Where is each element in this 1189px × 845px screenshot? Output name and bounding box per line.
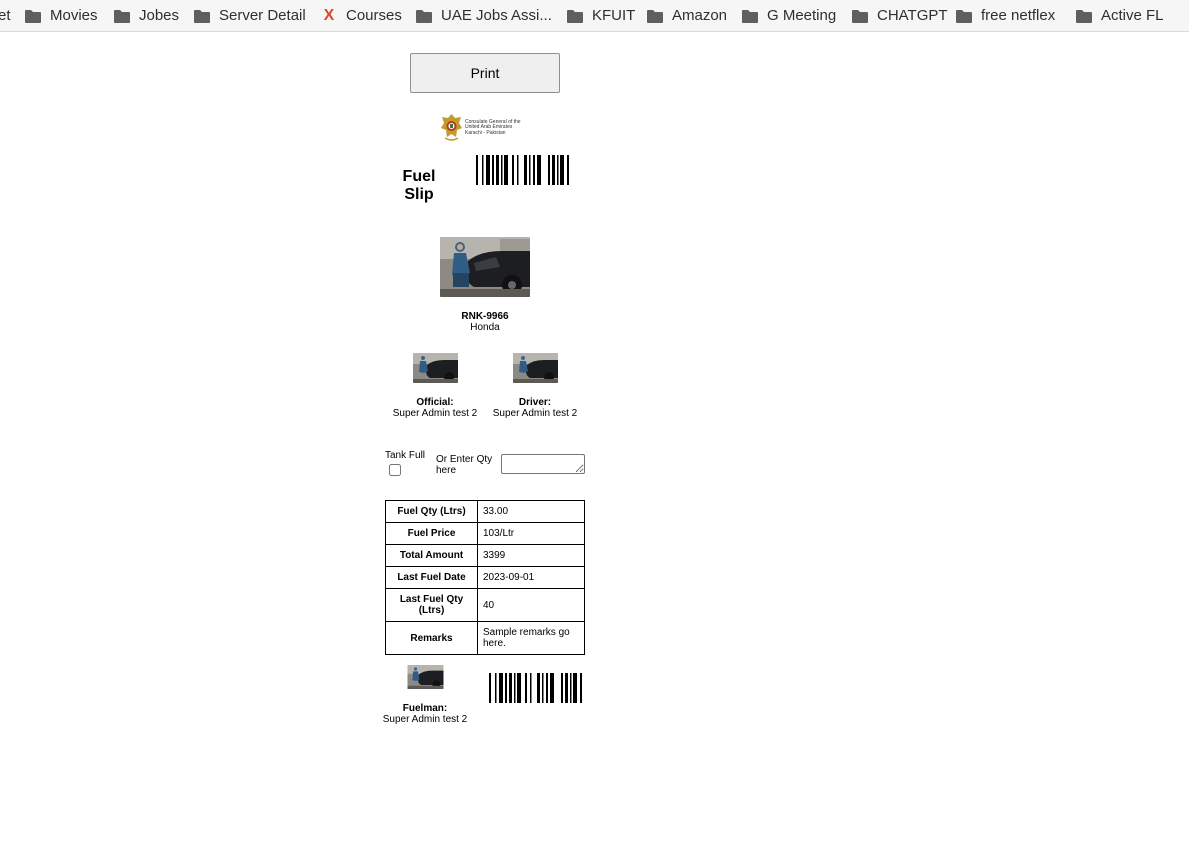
table-key: Last Fuel Date	[385, 566, 478, 589]
table-row: Fuel Qty (Ltrs) 33.00	[385, 500, 585, 523]
bookmark-active-fl[interactable]: Active FL	[1076, 0, 1164, 31]
folder-icon	[416, 9, 432, 23]
bookmark-label: Courses	[346, 7, 402, 24]
official-photo	[413, 353, 458, 383]
official-info: Official: Super Admin test 2	[385, 397, 485, 419]
table-value: Sample remarks go here.	[477, 621, 585, 655]
uae-emblem-icon	[441, 114, 462, 141]
bookmark-jobes[interactable]: Jobes	[114, 0, 179, 31]
table-row: Fuel Price 103/Ltr	[385, 522, 585, 545]
driver-photo	[513, 353, 558, 383]
table-row: Last Fuel Qty (Ltrs) 40	[385, 588, 585, 622]
table-row: Total Amount 3399	[385, 544, 585, 567]
bookmark-label: Amazon	[672, 7, 728, 24]
bookmark-uae-jobs[interactable]: UAE Jobs Assi...	[416, 0, 552, 31]
bookmark-label: Jobes	[139, 7, 180, 24]
driver-role: Driver:	[518, 397, 552, 408]
bookmark-g-meeting[interactable]: G Meeting	[742, 0, 836, 31]
fuelman-name: Super Admin test 2	[382, 714, 468, 725]
bookmark-movies[interactable]: Movies	[25, 0, 98, 31]
fuelman-photo	[407, 665, 444, 689]
table-key: Fuel Qty (Ltrs)	[385, 500, 478, 523]
bookmark-label: CHATGPT	[877, 7, 948, 24]
page-title: Fuel Slip	[402, 168, 436, 203]
official-name: Super Admin test 2	[392, 408, 478, 419]
table-row: Remarks Sample remarks go here.	[385, 621, 585, 655]
fuel-info-table: Fuel Qty (Ltrs) 33.00 Fuel Price 103/Ltr…	[385, 500, 585, 655]
table-key: Total Amount	[385, 544, 478, 567]
bookmark-label: G Meeting	[767, 7, 837, 24]
folder-icon	[114, 9, 130, 23]
folder-icon	[742, 9, 758, 23]
table-key: Last Fuel Qty (Ltrs)	[385, 588, 478, 622]
bookmark-label: Server Detail	[219, 7, 306, 24]
bookmark-label: et	[0, 7, 11, 24]
official-role: Official:	[416, 397, 454, 408]
bookmark-label: UAE Jobs Assi...	[441, 7, 552, 24]
vehicle-make: Honda	[470, 322, 500, 333]
folder-icon	[567, 9, 583, 23]
vehicle-plate: RNK-9966	[461, 311, 509, 322]
bookmarks-bar: et Movies Jobes Server Detail X Courses …	[0, 0, 1189, 32]
consulate-logo: Consulate General of the United Arab Emi…	[440, 112, 532, 142]
table-value: 33.00	[477, 500, 585, 523]
folder-icon	[852, 9, 868, 23]
bookmark-et[interactable]: et	[0, 0, 11, 31]
folder-icon	[647, 9, 663, 23]
qty-input[interactable]	[501, 454, 585, 474]
table-value: 103/Ltr	[477, 522, 585, 545]
table-value: 3399	[477, 544, 585, 567]
bookmark-kfuit[interactable]: KFUIT	[567, 0, 635, 31]
folder-icon	[25, 9, 41, 23]
vehicle-photo	[440, 237, 530, 297]
bookmark-label: KFUIT	[592, 7, 636, 24]
table-key: Fuel Price	[385, 522, 478, 545]
qty-label: Or Enter Qty here	[436, 454, 493, 476]
bookmark-courses[interactable]: X Courses	[321, 0, 402, 31]
bookmark-free-netflex[interactable]: free netflex	[956, 0, 1055, 31]
logo-text: Consulate General of the United Arab Emi…	[465, 119, 521, 136]
bookmark-label: Active FL	[1101, 7, 1164, 24]
table-row: Last Fuel Date 2023-09-01	[385, 566, 585, 589]
folder-icon	[956, 9, 972, 23]
bookmark-label: free netflex	[981, 7, 1056, 24]
print-button[interactable]: Print	[410, 53, 560, 93]
bookmark-server-detail[interactable]: Server Detail	[194, 0, 306, 31]
folder-icon	[194, 9, 210, 23]
table-key: Remarks	[385, 621, 478, 655]
x-icon: X	[323, 6, 335, 24]
barcode-icon	[476, 155, 569, 185]
tank-full-label: Tank Full	[385, 450, 426, 461]
vehicle-info: RNK-9966 Honda	[425, 311, 545, 333]
driver-info: Driver: Super Admin test 2	[485, 397, 585, 419]
table-value: 2023-09-01	[477, 566, 585, 589]
folder-icon	[1076, 9, 1092, 23]
driver-name: Super Admin test 2	[492, 408, 578, 419]
fuelman-info: Fuelman: Super Admin test 2	[375, 703, 475, 725]
bookmark-chatgpt[interactable]: CHATGPT	[852, 0, 948, 31]
table-value: 40	[477, 588, 585, 622]
tank-full-checkbox[interactable]	[389, 464, 401, 476]
barcode-icon	[489, 673, 582, 703]
fuelman-role: Fuelman:	[402, 703, 448, 714]
bookmark-label: Movies	[50, 7, 98, 24]
bookmark-amazon[interactable]: Amazon	[647, 0, 727, 31]
